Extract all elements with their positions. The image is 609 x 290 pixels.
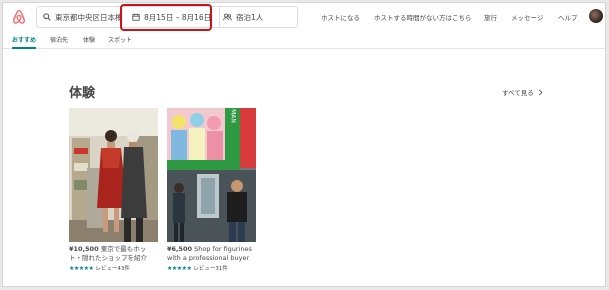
tab-experiences[interactable]: 体験: [83, 35, 95, 44]
location-field[interactable]: 東京都中央区日本橋: [43, 7, 125, 27]
tab-spots[interactable]: スポット: [108, 35, 132, 44]
star-rating-icon: ★★★★★: [69, 264, 94, 272]
airbnb-logo-icon[interactable]: [12, 9, 26, 25]
guests-field[interactable]: 宿泊1人: [219, 7, 297, 27]
category-tabs: おすすめ 宿泊先 体験 スポット: [3, 33, 605, 49]
nav-host-no-time[interactable]: ホストする時間がない方はこちら: [374, 3, 472, 31]
card-price-title: ¥6,500 Shop for figurines with a profess…: [167, 245, 256, 263]
avatar[interactable]: [589, 9, 603, 23]
guests-icon: [223, 13, 232, 21]
card-rating: ★★★★★ レビュー43件: [69, 264, 158, 273]
browser-frame: 東京都中央区日本橋 8月15日 – 8月16日 宿泊1人 ホストになる ホストす…: [2, 2, 606, 287]
nav-messages[interactable]: メッセージ: [511, 3, 543, 31]
active-tab-indicator: [12, 47, 36, 49]
nav-help[interactable]: ヘルプ: [558, 3, 578, 31]
tab-recommended[interactable]: おすすめ: [12, 35, 36, 44]
tab-stays[interactable]: 宿泊先: [50, 35, 68, 44]
section-title: 体験: [69, 86, 96, 101]
header: 東京都中央区日本橋 8月15日 – 8月16日 宿泊1人 ホストになる ホストす…: [3, 3, 605, 31]
card-price: ¥10,500: [69, 245, 99, 253]
svg-text:MAN: MAN: [230, 109, 237, 123]
nav-become-host[interactable]: ホストになる: [321, 3, 360, 31]
review-count: レビュー43件: [95, 266, 130, 272]
experience-photo[interactable]: [69, 108, 158, 242]
star-rating-icon: ★★★★★: [167, 264, 192, 272]
experience-card[interactable]: MAN ¥6,500 Shop for figurines with a pro…: [167, 108, 256, 272]
date-highlight-box: [120, 4, 212, 31]
nav-trips[interactable]: 旅行: [484, 3, 497, 31]
see-all-label: すべて見る: [502, 89, 534, 97]
location-value: 東京都中央区日本橋: [55, 12, 123, 22]
card-price-title: ¥10,500 東京で最もホット・隠れたショップを紹介: [69, 245, 158, 263]
see-all-link[interactable]: すべて見る: [502, 87, 543, 97]
experience-photo[interactable]: MAN: [167, 108, 256, 242]
card-rating: ★★★★★ レビュー31件: [167, 264, 256, 273]
chevron-right-icon: [538, 89, 543, 95]
experience-card[interactable]: ¥10,500 東京で最もホット・隠れたショップを紹介 ★★★★★ レビュー43…: [69, 108, 158, 272]
card-price: ¥6,500: [167, 245, 193, 253]
search-icon: [43, 13, 51, 21]
review-count: レビュー31件: [193, 266, 228, 272]
guests-value: 宿泊1人: [236, 12, 264, 22]
